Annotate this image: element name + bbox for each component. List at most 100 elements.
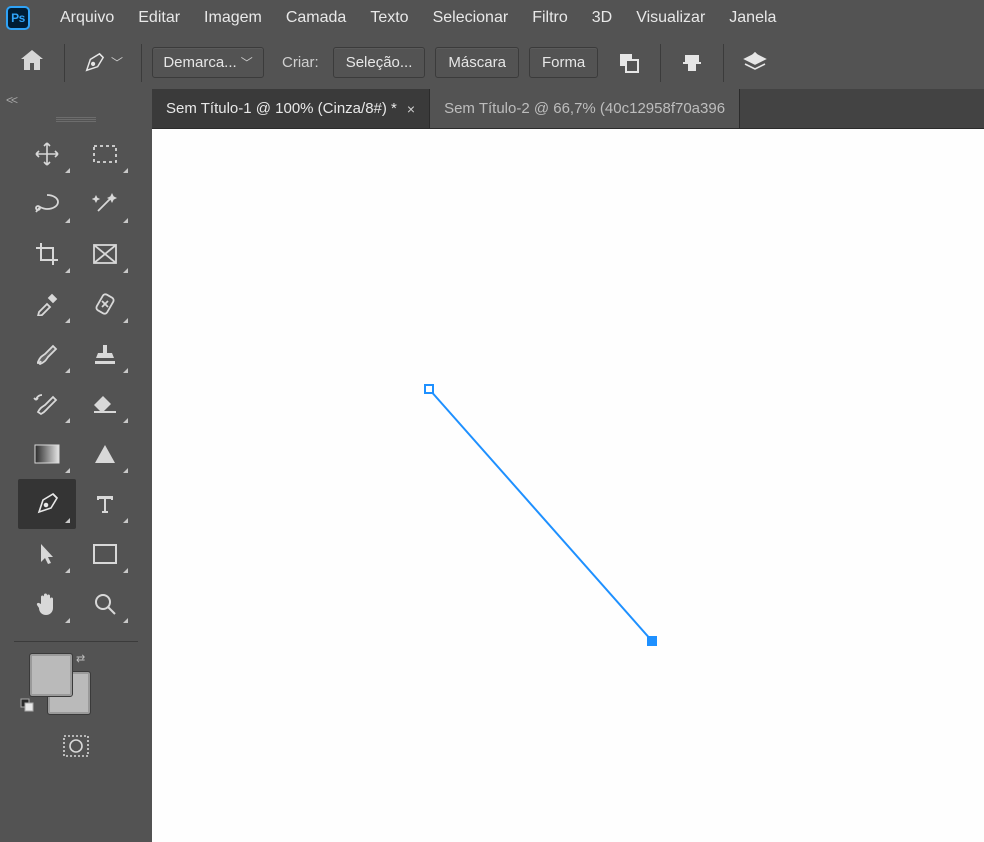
chevron-down-icon: ﹀ <box>241 54 253 71</box>
color-swatches[interactable]: ⇄ <box>0 648 152 728</box>
quick-mask-icon <box>62 734 90 758</box>
rectangle-tool[interactable] <box>76 529 134 579</box>
anchor-point-start[interactable] <box>424 384 434 394</box>
separator <box>660 44 661 82</box>
gradient-icon <box>34 444 60 464</box>
zoom-tool[interactable] <box>76 579 134 629</box>
menu-filtro[interactable]: Filtro <box>520 3 580 33</box>
crop-icon <box>34 241 60 267</box>
type-tool[interactable] <box>76 479 134 529</box>
brush-tool[interactable] <box>18 329 76 379</box>
collapse-panel-button[interactable]: << <box>6 93 16 107</box>
crop-tool[interactable] <box>18 229 76 279</box>
frame-icon <box>92 243 118 265</box>
brush-icon <box>34 342 60 366</box>
path-operations-button[interactable] <box>608 47 650 79</box>
history-brush-icon <box>33 392 61 416</box>
shape-button[interactable]: Forma <box>529 47 598 78</box>
type-icon <box>94 493 116 515</box>
document-tab-label: Sem Título-1 @ 100% (Cinza/8#) * <box>166 100 397 117</box>
arrow-icon <box>37 542 57 566</box>
gradient-tool[interactable] <box>18 429 76 479</box>
menu-imagem[interactable]: Imagem <box>192 3 274 33</box>
pen-tool[interactable] <box>18 479 76 529</box>
path-alignment-button[interactable] <box>671 47 713 79</box>
work-area: << <box>0 89 984 842</box>
path-operations-icon <box>618 52 640 74</box>
app-logo-text: Ps <box>11 11 25 25</box>
wand-icon <box>92 191 118 217</box>
hand-icon <box>35 591 59 617</box>
foreground-color-swatch[interactable] <box>30 654 72 696</box>
close-icon[interactable]: × <box>407 101 415 117</box>
menu-editar[interactable]: Editar <box>126 3 192 33</box>
selection-button-label: Seleção... <box>346 54 413 71</box>
lasso-tool[interactable] <box>18 179 76 229</box>
home-icon <box>20 49 44 71</box>
canvas[interactable] <box>152 129 984 842</box>
path-selection-tool[interactable] <box>18 529 76 579</box>
menu-camada[interactable]: Camada <box>274 3 358 33</box>
menu-selecionar[interactable]: Selecionar <box>421 3 521 33</box>
document-tab-inactive[interactable]: Sem Título-2 @ 66,7% (40c12958f70a396 <box>430 89 740 128</box>
default-colors-icon[interactable] <box>20 698 34 717</box>
tools-panel: << <box>0 89 152 842</box>
eyedropper-tool[interactable] <box>18 279 76 329</box>
canvas-viewport[interactable] <box>152 129 984 842</box>
document-tabs: Sem Título-1 @ 100% (Cinza/8#) * × Sem T… <box>152 89 984 129</box>
swap-colors-icon[interactable]: ⇄ <box>76 652 85 665</box>
pen-icon <box>83 52 105 74</box>
rectangle-icon <box>92 543 118 565</box>
mode-dropdown[interactable]: Demarca... ﹀ <box>152 47 264 78</box>
hand-tool[interactable] <box>18 579 76 629</box>
document-area: Sem Título-1 @ 100% (Cinza/8#) * × Sem T… <box>152 89 984 842</box>
options-bar: ﹀ Demarca... ﹀ Criar: Seleção... Máscara… <box>0 36 984 89</box>
mask-button-label: Máscara <box>448 54 506 71</box>
zoom-icon <box>93 592 117 616</box>
stamp-icon <box>92 342 118 366</box>
eraser-icon <box>92 393 118 415</box>
menu-visualizar[interactable]: Visualizar <box>624 3 717 33</box>
menu-3d[interactable]: 3D <box>580 3 624 33</box>
menu-janela[interactable]: Janela <box>717 3 788 33</box>
shape-button-label: Forma <box>542 54 585 71</box>
separator <box>723 44 724 82</box>
move-icon <box>34 141 60 167</box>
clone-stamp-tool[interactable] <box>76 329 134 379</box>
eraser-tool[interactable] <box>76 379 134 429</box>
pen-tool-icon <box>34 491 60 517</box>
healing-brush-tool[interactable] <box>76 279 134 329</box>
custom-shape-tool[interactable] <box>76 429 134 479</box>
selection-button[interactable]: Seleção... <box>333 47 426 78</box>
marquee-icon <box>92 144 118 164</box>
tool-preset-dropdown[interactable]: ﹀ <box>75 48 131 78</box>
menubar: Ps Arquivo Editar Imagem Camada Texto Se… <box>0 0 984 36</box>
create-label: Criar: <box>274 54 323 71</box>
move-tool[interactable] <box>18 129 76 179</box>
mask-button[interactable]: Máscara <box>435 47 519 78</box>
eyedropper-icon <box>35 292 59 316</box>
anchor-point-end[interactable] <box>647 636 657 646</box>
quick-mask-button[interactable] <box>0 728 152 758</box>
stack-icon <box>743 52 767 74</box>
healing-icon <box>93 292 117 316</box>
mode-dropdown-label: Demarca... <box>163 54 236 71</box>
path-arrangement-button[interactable] <box>734 47 776 79</box>
separator <box>64 44 65 82</box>
menu-texto[interactable]: Texto <box>358 3 420 33</box>
separator <box>141 44 142 82</box>
history-brush-tool[interactable] <box>18 379 76 429</box>
marquee-tool[interactable] <box>76 129 134 179</box>
frame-tool[interactable] <box>76 229 134 279</box>
document-tab-label: Sem Título-2 @ 66,7% (40c12958f70a396 <box>444 100 725 117</box>
chevron-down-icon: ﹀ <box>111 54 123 71</box>
align-icon <box>681 53 703 73</box>
app-logo[interactable]: Ps <box>6 6 30 30</box>
vector-path[interactable] <box>152 129 984 842</box>
magic-wand-tool[interactable] <box>76 179 134 229</box>
menu-arquivo[interactable]: Arquivo <box>48 3 126 33</box>
document-tab-active[interactable]: Sem Título-1 @ 100% (Cinza/8#) * × <box>152 89 430 128</box>
lasso-icon <box>33 192 61 216</box>
home-button[interactable] <box>10 43 54 82</box>
triangle-icon <box>93 443 117 465</box>
